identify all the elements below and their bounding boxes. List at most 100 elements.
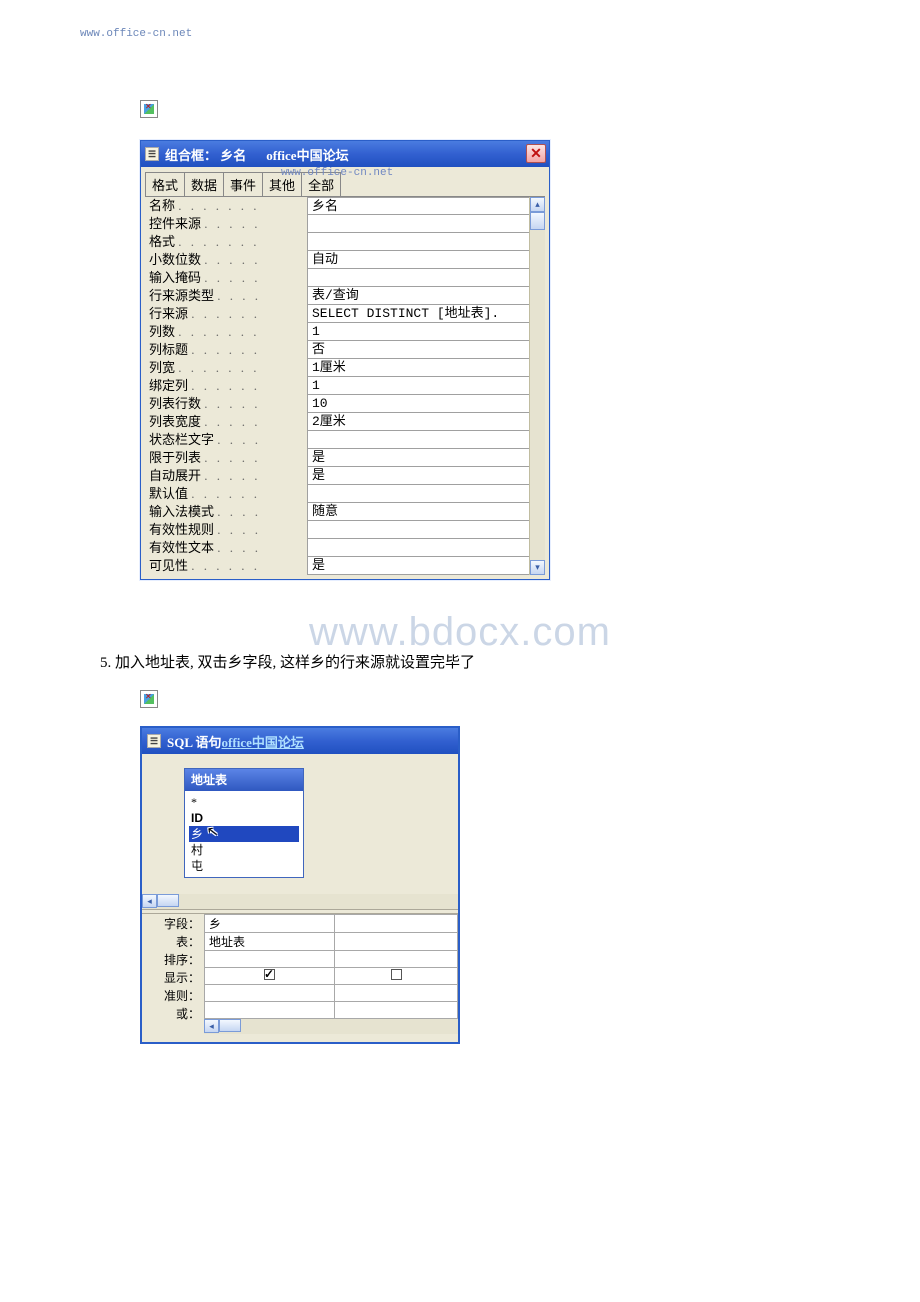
property-label: 列表宽度 . . . . . [145, 413, 307, 431]
qbe-show-cell[interactable] [205, 968, 335, 985]
property-label: 列标题 . . . . . . [145, 341, 307, 359]
scroll-thumb[interactable] [219, 1019, 241, 1032]
property-value[interactable]: 自动 [307, 251, 529, 269]
property-row: 列宽 . . . . . . . 1厘米 [145, 359, 545, 377]
qbe-show-cell[interactable] [335, 968, 458, 985]
forum-label: office中国论坛 [266, 145, 348, 164]
property-sheet-window: ☰ 组合框： 乡名 office中国论坛 ✕ www.office-cn.net… [140, 140, 550, 580]
window-app-icon: ☰ [145, 147, 159, 161]
qbe-table-cell[interactable]: 地址表 [205, 933, 335, 951]
qbe-hscroll[interactable]: ◂ [204, 1019, 458, 1034]
property-row: 有效性文本 . . . . [145, 539, 545, 557]
property-value[interactable]: 是 [307, 467, 529, 485]
property-label: 格式 . . . . . . . [145, 233, 307, 251]
label-criteria: 准则： [144, 988, 202, 1006]
diagram-hscroll[interactable]: ◂ [142, 894, 458, 909]
table-box[interactable]: 地址表 * ID 乡 村 屯 ↖ [184, 768, 304, 878]
property-value[interactable]: 否 [307, 341, 529, 359]
property-label: 默认值 . . . . . . [145, 485, 307, 503]
property-value[interactable] [307, 539, 529, 557]
property-row: 行来源 . . . . . . SELECT DISTINCT [地址表]. [145, 305, 545, 323]
property-row: 自动展开 . . . . . 是 [145, 467, 545, 485]
qbe-sort-cell[interactable] [335, 951, 458, 968]
qbe-sort-cell[interactable] [205, 951, 335, 968]
property-row: 控件来源 . . . . . [145, 215, 545, 233]
query-designer-window: ☰ SQL 语句office中国论坛 www.office-cn.net 地址表… [140, 726, 460, 1044]
cursor-icon: ↖ [206, 824, 220, 841]
scroll-left-button[interactable]: ◂ [142, 894, 157, 908]
property-value[interactable]: 随意 [307, 503, 529, 521]
label-sort: 排序： [144, 952, 202, 970]
qbe-table-cell[interactable] [335, 933, 458, 951]
property-value[interactable] [307, 215, 529, 233]
property-label: 有效性文本 . . . . [145, 539, 307, 557]
property-value[interactable]: SELECT DISTINCT [地址表]. [307, 305, 529, 323]
field-cun[interactable]: 村 [189, 842, 299, 858]
qbe-grid: 字段： 表： 排序： 显示： 准则： 或： 乡 地址表 [142, 914, 458, 1034]
diagram-pane[interactable]: 地址表 * ID 乡 村 屯 ↖ [142, 754, 458, 894]
property-row: 限于列表 . . . . . 是 [145, 449, 545, 467]
qbe-row-labels: 字段： 表： 排序： 显示： 准则： 或： [142, 914, 204, 1034]
tab-data[interactable]: 数据 [184, 172, 224, 196]
scroll-thumb[interactable] [157, 894, 179, 907]
property-label: 列数 . . . . . . . [145, 323, 307, 341]
label-field: 字段： [144, 916, 202, 934]
property-value[interactable] [307, 269, 529, 287]
qbe-or-cell[interactable] [335, 1002, 458, 1019]
qbe-criteria-cell[interactable] [335, 985, 458, 1002]
property-value[interactable] [307, 485, 529, 503]
property-value[interactable]: 2厘米 [307, 413, 529, 431]
property-value[interactable]: 是 [307, 557, 529, 575]
tab-event[interactable]: 事件 [223, 172, 263, 196]
scroll-up-button[interactable]: ▴ [530, 197, 545, 212]
property-row: 输入掩码 . . . . . [145, 269, 545, 287]
property-label: 绑定列 . . . . . . [145, 377, 307, 395]
property-value[interactable]: 1厘米 [307, 359, 529, 377]
checkbox-unchecked-icon[interactable] [391, 969, 402, 980]
property-value[interactable] [307, 233, 529, 251]
property-label: 状态栏文字 . . . . [145, 431, 307, 449]
properties-list: ▴ ▾ 名称 . . . . . . . 乡名控件来源 . . . . . 格式… [145, 197, 545, 575]
property-value[interactable]: 1 [307, 323, 529, 341]
qbe-table[interactable]: 乡 地址表 [204, 914, 458, 1019]
property-label: 名称 . . . . . . . [145, 197, 307, 215]
qbe-field-cell[interactable]: 乡 [205, 915, 335, 933]
property-value[interactable]: 乡名 [307, 197, 529, 215]
field-star[interactable]: * [189, 794, 299, 810]
property-row: 格式 . . . . . . . [145, 233, 545, 251]
property-value[interactable]: 1 [307, 377, 529, 395]
field-tun[interactable]: 屯 [189, 858, 299, 874]
property-row: 小数位数 . . . . . 自动 [145, 251, 545, 269]
table-box-title: 地址表 [185, 769, 303, 791]
property-row: 行来源类型 . . . . 表/查询 [145, 287, 545, 305]
property-label: 有效性规则 . . . . [145, 521, 307, 539]
titlebar: ☰ 组合框： 乡名 office中国论坛 ✕ [141, 141, 549, 167]
placeholder-image-icon [140, 100, 158, 118]
scroll-thumb[interactable] [530, 212, 545, 230]
field-id[interactable]: ID [189, 810, 299, 826]
qbe-or-cell[interactable] [205, 1002, 335, 1019]
property-row: 列数 . . . . . . . 1 [145, 323, 545, 341]
scroll-down-button[interactable]: ▾ [530, 560, 545, 575]
property-row: 绑定列 . . . . . . 1 [145, 377, 545, 395]
property-value[interactable]: 是 [307, 449, 529, 467]
property-value[interactable] [307, 431, 529, 449]
property-row: 列标题 . . . . . . 否 [145, 341, 545, 359]
property-label: 可见性 . . . . . . [145, 557, 307, 575]
qbe-criteria-cell[interactable] [205, 985, 335, 1002]
close-button[interactable]: ✕ [526, 144, 546, 163]
property-value[interactable] [307, 521, 529, 539]
property-row: 默认值 . . . . . . [145, 485, 545, 503]
label-table: 表： [144, 934, 202, 952]
vscrollbar[interactable]: ▴ ▾ [529, 197, 545, 575]
tab-format[interactable]: 格式 [145, 172, 185, 196]
property-label: 行来源类型 . . . . [145, 287, 307, 305]
label-show: 显示： [144, 970, 202, 988]
property-value[interactable]: 10 [307, 395, 529, 413]
scroll-left-button[interactable]: ◂ [204, 1019, 219, 1033]
checkbox-checked-icon[interactable] [264, 969, 275, 980]
window-title: SQL 语句office中国论坛 [167, 732, 304, 751]
property-value[interactable]: 表/查询 [307, 287, 529, 305]
property-label: 列表行数 . . . . . [145, 395, 307, 413]
qbe-field-cell[interactable] [335, 915, 458, 933]
